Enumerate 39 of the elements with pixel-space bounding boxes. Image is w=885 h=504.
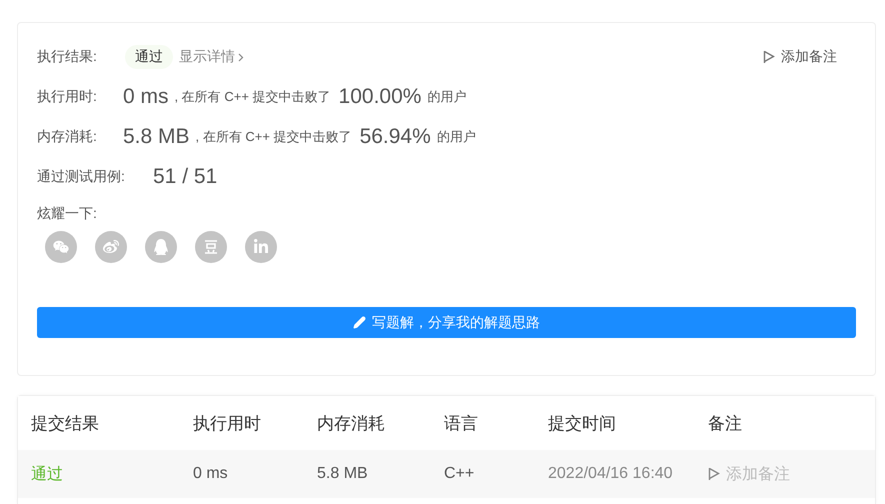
time-cell-text: 0 ms bbox=[193, 465, 229, 483]
share-label: 炫耀一下: bbox=[37, 205, 98, 223]
stat-text: , 在所有 C++ 提交中击败了 bbox=[174, 88, 331, 106]
chevron-right-icon bbox=[238, 52, 244, 62]
flag-icon bbox=[708, 467, 720, 481]
result-status: 通过 bbox=[125, 45, 173, 69]
stat-value: 0 ms bbox=[123, 85, 169, 109]
stat-percent: 56.94% bbox=[360, 125, 431, 149]
column-header: 提交结果 bbox=[31, 412, 100, 434]
stat-suffix: 的用户 bbox=[436, 128, 476, 146]
column-header: 提交时间 bbox=[548, 412, 617, 434]
wechat-icon[interactable] bbox=[45, 231, 77, 263]
column-header: 语言 bbox=[444, 412, 479, 434]
weibo-icon[interactable] bbox=[95, 231, 127, 263]
result-label: 执行结果: bbox=[37, 48, 98, 66]
memory-cell-text: 5.8 MB bbox=[317, 465, 369, 483]
add-note-button[interactable]: 添加备注 bbox=[763, 48, 837, 66]
tests-value: 51 / 51 bbox=[153, 165, 218, 189]
submitted-cell-text: 2022/04/16 16:40 bbox=[548, 465, 674, 483]
column-header: 执行用时 bbox=[193, 412, 262, 434]
stat-suffix: 的用户 bbox=[427, 88, 466, 106]
stat-text: , 在所有 C++ 提交中击败了 bbox=[196, 128, 352, 146]
qq-icon[interactable] bbox=[145, 231, 177, 263]
pencil-icon bbox=[353, 316, 366, 329]
status-cell[interactable]: 通过 bbox=[31, 464, 193, 484]
tests-label: 通过测试用例: bbox=[37, 168, 126, 186]
stat-label: 执行用时: bbox=[37, 88, 98, 106]
douban-icon[interactable] bbox=[195, 231, 227, 263]
column-header: 备注 bbox=[708, 412, 743, 434]
column-header: 内存消耗 bbox=[317, 412, 386, 434]
language-cell-text: C++ bbox=[444, 465, 476, 483]
stat-label: 内存消耗: bbox=[37, 128, 98, 146]
write-solution-button[interactable]: 写题解，分享我的解题思路 bbox=[37, 307, 856, 338]
stat-percent: 100.00% bbox=[338, 85, 422, 109]
add-note-button[interactable]: 添加备注 bbox=[708, 464, 875, 484]
stat-value: 5.8 MB bbox=[123, 125, 190, 149]
linkedin-icon[interactable] bbox=[245, 231, 277, 263]
details-link[interactable]: 显示详情 bbox=[179, 48, 244, 66]
flag-icon bbox=[763, 50, 775, 64]
